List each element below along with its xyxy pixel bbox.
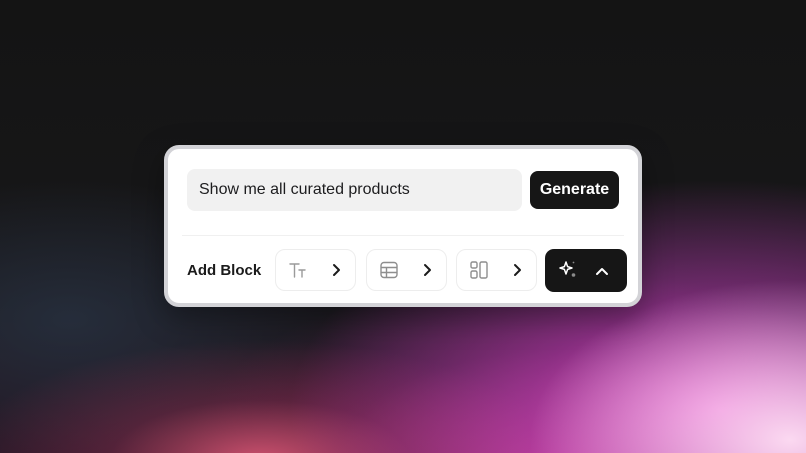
add-block-label: Add Block xyxy=(187,262,262,279)
generate-button-label: Generate xyxy=(539,181,610,198)
divider xyxy=(182,235,624,236)
prompt-input[interactable]: Show me all curated products xyxy=(187,169,522,211)
chevron-up-icon xyxy=(595,261,609,280)
table-icon xyxy=(379,260,399,280)
ai-assist-button[interactable] xyxy=(545,249,627,292)
sparkle-icon xyxy=(558,259,578,283)
chevron-right-icon xyxy=(512,263,522,277)
chevron-right-icon xyxy=(331,263,341,277)
text-size-icon xyxy=(288,261,308,279)
chevron-right-icon xyxy=(422,263,432,277)
layout-icon xyxy=(469,260,489,280)
add-text-block-button[interactable] xyxy=(275,249,356,291)
block-builder-panel: Show me all curated products Generate Ad… xyxy=(164,145,642,307)
prompt-input-text: Show me all curated products xyxy=(199,181,410,198)
add-layout-block-button[interactable] xyxy=(456,249,537,291)
add-table-block-button[interactable] xyxy=(366,249,447,291)
generate-button[interactable]: Generate xyxy=(530,171,619,209)
